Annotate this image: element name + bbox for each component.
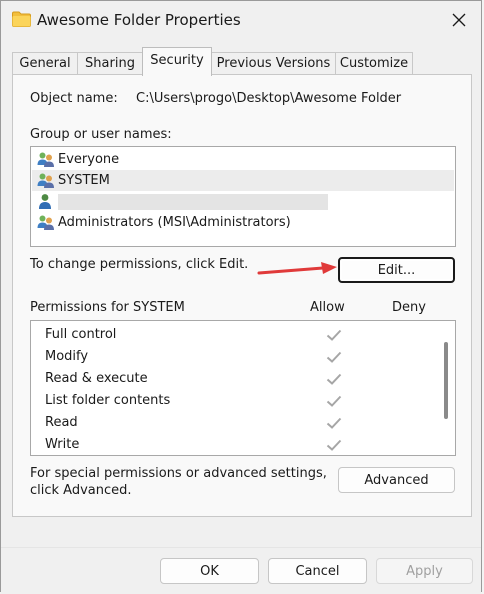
apply-button[interactable]: Apply [376, 558, 473, 584]
user-group-icon [37, 152, 54, 167]
check-icon [326, 439, 342, 451]
tab-sharing[interactable]: Sharing [77, 52, 143, 75]
object-name-value: C:\Users\progo\Desktop\Awesome Folder [136, 91, 402, 106]
special-permissions-text-line2: click Advanced. [30, 483, 132, 498]
window-title: Awesome Folder Properties [37, 11, 241, 29]
group-user-list: Everyone SYSTEM Administrators (MSI\Admi… [30, 146, 456, 247]
user-group-icon [37, 215, 54, 230]
permission-name: Modify [45, 349, 89, 364]
annotation-arrow [257, 262, 337, 275]
permissions-scrollbar[interactable] [436, 322, 454, 453]
group-row-system[interactable]: SYSTEM [32, 170, 454, 191]
check-icon [326, 373, 342, 385]
permission-name: Read [45, 415, 78, 430]
deny-column-header: Deny [392, 300, 426, 315]
group-name: Everyone [58, 152, 120, 167]
permission-row: Read & execute [45, 368, 345, 390]
properties-window: Awesome Folder Properties General Sharin… [0, 0, 482, 594]
permission-row: Write [45, 434, 345, 456]
group-names-label: Group or user names: [30, 127, 172, 142]
dialog-button-bar: OK Cancel Apply [1, 547, 481, 594]
user-group-icon [37, 173, 54, 188]
check-icon [326, 417, 342, 429]
close-icon [452, 13, 466, 27]
allow-column-header: Allow [310, 300, 345, 315]
redacted-user-name [58, 194, 328, 210]
group-name: SYSTEM [58, 173, 110, 188]
ok-button[interactable]: OK [160, 558, 259, 584]
permission-name: Full control [45, 327, 117, 342]
cancel-button[interactable]: Cancel [268, 558, 367, 584]
permissions-for-label: Permissions for SYSTEM [30, 300, 185, 315]
check-icon [326, 351, 342, 363]
permission-row: Full control [45, 324, 345, 346]
group-row-administrators[interactable]: Administrators (MSI\Administrators) [32, 212, 454, 233]
title-bar: Awesome Folder Properties [1, 1, 481, 41]
group-row-user-redacted[interactable] [32, 191, 454, 212]
tab-previous-versions[interactable]: Previous Versions [211, 52, 336, 75]
permission-name: Write [45, 437, 80, 452]
close-button[interactable] [441, 5, 477, 35]
tab-security[interactable]: Security [142, 47, 212, 76]
security-panel: Object name: C:\Users\progo\Desktop\Awes… [12, 74, 472, 517]
scrollbar-thumb[interactable] [444, 342, 448, 419]
permissions-list: Full control Modify Read & execute List … [30, 320, 456, 456]
permission-name: Read & execute [45, 371, 148, 386]
permission-row: Read [45, 412, 345, 434]
tab-customize[interactable]: Customize [335, 52, 413, 75]
edit-button[interactable]: Edit... [338, 257, 455, 283]
permission-row: Modify [45, 346, 345, 368]
group-name: Administrators (MSI\Administrators) [58, 215, 291, 230]
user-icon [39, 194, 51, 209]
tab-general[interactable]: General [12, 52, 78, 75]
permission-name: List folder contents [45, 393, 171, 408]
check-icon [326, 329, 342, 341]
special-permissions-text-line1: For special permissions or advanced sett… [30, 466, 327, 481]
permission-row: List folder contents [45, 390, 345, 412]
object-name-label: Object name: [30, 91, 118, 106]
advanced-button[interactable]: Advanced [338, 467, 455, 493]
check-icon [326, 395, 342, 407]
folder-icon [12, 11, 31, 27]
change-permissions-text: To change permissions, click Edit. [30, 257, 249, 272]
group-row-everyone[interactable]: Everyone [32, 149, 454, 170]
